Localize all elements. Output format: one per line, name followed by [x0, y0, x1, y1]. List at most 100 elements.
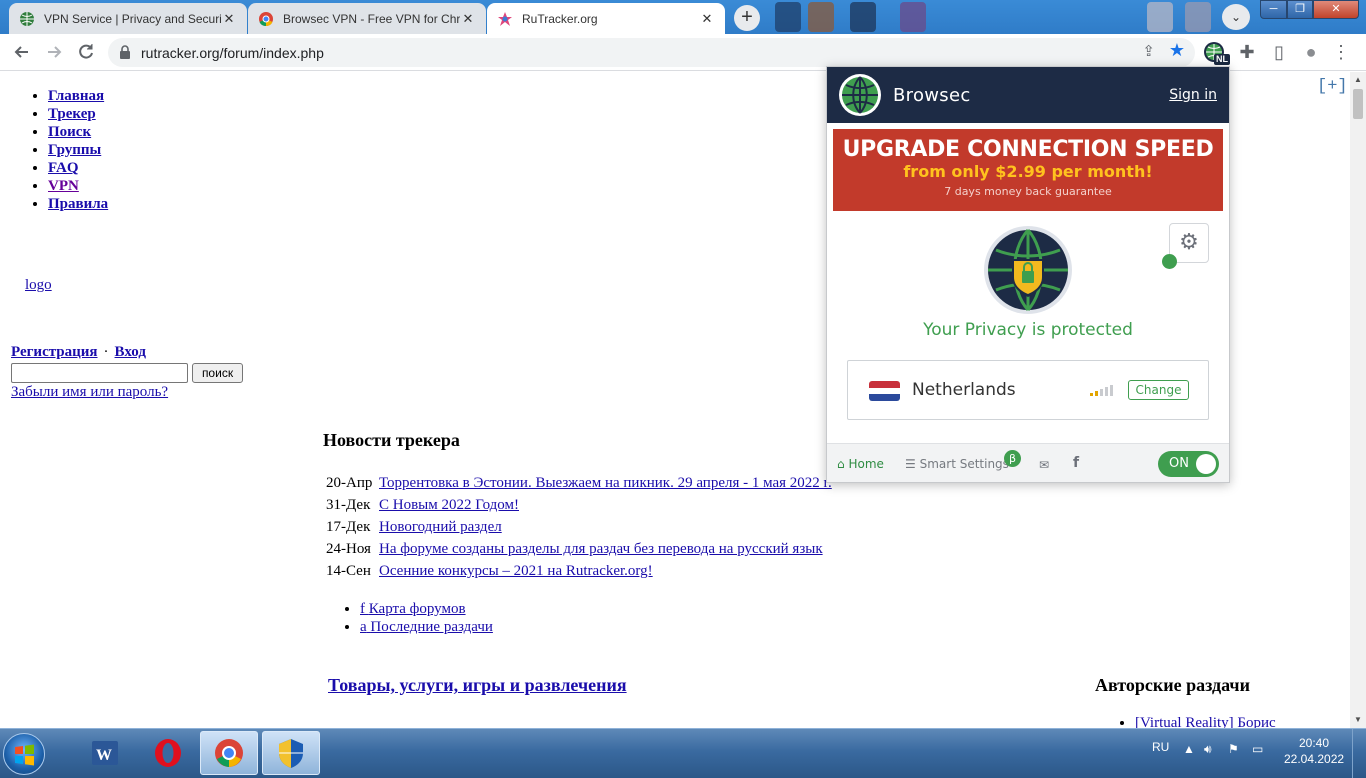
desktop-wallpaper-detail [1147, 2, 1173, 32]
nav-link-faq[interactable]: FAQ [48, 160, 79, 176]
close-window-button[interactable]: ✕ [1313, 0, 1359, 19]
news-date: 24-Ноя [326, 541, 371, 557]
forward-button[interactable] [43, 41, 65, 63]
upgrade-price: from only $2.99 per month! [903, 162, 1153, 181]
profile-avatar-icon[interactable]: ● [1300, 41, 1322, 63]
windows-taskbar: W RU ▲ 🔊︎ ⚑ ▭ 20:40 22.04.2022 [0, 728, 1366, 778]
share-icon[interactable]: ⇪ [1142, 42, 1155, 60]
taskbar-word[interactable]: W [77, 731, 135, 775]
bookmark-star-icon[interactable]: ★ [1169, 40, 1185, 61]
brand-name: Browsec [893, 85, 971, 106]
taskbar-chrome[interactable] [200, 731, 258, 775]
scrollbar-thumb[interactable] [1353, 89, 1363, 119]
news-row: 24-Ноя На форуме созданы разделы для разд… [326, 538, 832, 560]
tab-close-icon[interactable]: ✕ [221, 11, 237, 27]
login-search-input[interactable] [11, 363, 188, 383]
page-scrollbar[interactable]: ▲ ▼ [1350, 72, 1366, 728]
signal-bar [1090, 393, 1093, 396]
tab-strip: VPN Service | Privacy and Securit ✕ Brow… [0, 0, 1366, 34]
scroll-down-arrow-icon[interactable]: ▼ [1354, 715, 1362, 724]
url-text[interactable]: rutracker.org/forum/index.php [141, 45, 324, 61]
address-bar[interactable]: rutracker.org/forum/index.php ⇪ ★ [108, 38, 1195, 67]
news-link[interactable]: Новогодний раздел [379, 519, 502, 535]
taskbar-security-center[interactable] [262, 731, 320, 775]
tab-rutracker[interactable]: RuTracker.org ✕ [487, 3, 725, 34]
list-item: a Последние раздачи [360, 618, 493, 636]
nav-link-tracker[interactable]: Трекер [48, 106, 96, 122]
news-link[interactable]: Торрентовка в Эстонии. Выезжаем на пикни… [379, 475, 832, 491]
new-tab-button[interactable]: + [734, 5, 760, 31]
facebook-icon[interactable]: f [1073, 455, 1079, 471]
latest-releases-link[interactable]: a Последние раздачи [360, 619, 493, 635]
vpn-on-off-toggle[interactable]: ON [1158, 451, 1219, 477]
link-label: Последние раздачи [370, 619, 493, 635]
tab-close-icon[interactable]: ✕ [460, 11, 476, 27]
chrome-icon [215, 739, 243, 767]
tab-vpn-service[interactable]: VPN Service | Privacy and Securit ✕ [9, 3, 247, 34]
system-clock[interactable]: 20:40 22.04.2022 [1284, 735, 1344, 767]
news-link[interactable]: С Новым 2022 Годом! [379, 497, 519, 513]
broken-image-alt: f [360, 601, 365, 617]
tab-title: VPN Service | Privacy and Securit [44, 11, 221, 26]
reload-icon [79, 44, 93, 59]
news-link[interactable]: На форуме созданы разделы для раздач без… [379, 541, 823, 557]
volume-icon[interactable]: 🔊︎ [1204, 742, 1212, 757]
tray-expand-icon[interactable]: ▲ [1183, 742, 1195, 756]
signal-bar [1105, 387, 1108, 396]
forum-map-link[interactable]: f Карта форумов [360, 601, 466, 617]
login-link[interactable]: Вход [115, 344, 146, 360]
extension-country-badge: NL [1214, 54, 1230, 65]
maximize-button[interactable]: ❐ [1287, 0, 1313, 19]
desktop-wallpaper-detail [900, 2, 926, 32]
tab-close-icon[interactable]: ✕ [699, 11, 715, 27]
nav-link-home[interactable]: Главная [48, 88, 104, 104]
start-button[interactable] [3, 733, 45, 775]
scroll-up-arrow-icon[interactable]: ▲ [1354, 75, 1362, 84]
home-tab[interactable]: ⌂ Home [837, 457, 884, 471]
author-releases-heading: Авторские раздачи [1095, 675, 1250, 695]
minimize-button[interactable]: ─ [1260, 0, 1287, 19]
forgot-password-link[interactable]: Забыли имя или пароль? [11, 384, 168, 401]
tab-search-button[interactable]: ⌄ [1222, 4, 1250, 30]
quick-links: f Карта форумов a Последние раздачи [360, 600, 493, 636]
site-logo-broken-image[interactable]: logo [25, 277, 52, 294]
reload-button[interactable] [75, 41, 97, 63]
tab-browsec-webstore[interactable]: Browsec VPN - Free VPN for Chro ✕ [248, 3, 486, 34]
expand-toggle[interactable]: [+] [1317, 77, 1348, 96]
show-desktop-button[interactable] [1352, 729, 1366, 778]
nav-link-groups[interactable]: Группы [48, 142, 101, 158]
nav-item: Трекер [48, 105, 108, 123]
privacy-status-text: Your Privacy is protected [923, 320, 1133, 340]
beta-badge: β [1004, 450, 1021, 467]
taskbar-opera[interactable] [139, 731, 197, 775]
news-date: 20-Апр [326, 475, 373, 491]
network-icon[interactable]: ▭ [1252, 742, 1263, 756]
sliders-icon: ☰ [905, 457, 916, 471]
input-language[interactable]: RU [1152, 740, 1169, 754]
nav-link-rules[interactable]: Правила [48, 196, 108, 212]
author-release-link[interactable]: [Virtual Reality] Борис [1135, 715, 1276, 728]
chrome-menu-icon[interactable]: ⋮ [1330, 41, 1352, 63]
smart-settings-tab[interactable]: ☰ Smart Settings [905, 457, 1009, 471]
goods-section-link[interactable]: Товары, услуги, игры и развлечения [328, 675, 627, 696]
action-center-flag-icon[interactable]: ⚑ [1228, 742, 1239, 756]
upgrade-banner[interactable]: UPGRADE CONNECTION SPEED from only $2.99… [833, 129, 1223, 211]
change-location-button[interactable]: Change [1128, 380, 1189, 400]
side-panel-icon[interactable]: ▯ [1268, 41, 1290, 63]
mail-icon[interactable]: ✉ [1039, 458, 1049, 472]
news-link[interactable]: Осенние конкурсы – 2021 на Rutracker.org… [379, 563, 653, 579]
nav-link-vpn[interactable]: VPN [48, 178, 79, 194]
register-link[interactable]: Регистрация [11, 344, 98, 360]
news-heading: Новости трекера [323, 430, 460, 450]
location-selector: Netherlands Change [847, 360, 1209, 420]
news-date: 31-Дек [326, 497, 371, 513]
back-button[interactable] [11, 41, 33, 63]
extensions-puzzle-icon[interactable]: ✚ [1236, 41, 1258, 63]
globe-icon [19, 11, 35, 27]
search-button[interactable]: поиск [192, 363, 243, 383]
signal-strength-icon [1090, 385, 1113, 396]
sign-in-link[interactable]: Sign in [1169, 87, 1217, 103]
word-icon: W [92, 741, 118, 765]
nav-link-search[interactable]: Поиск [48, 124, 91, 140]
toggle-label: ON [1169, 456, 1189, 471]
